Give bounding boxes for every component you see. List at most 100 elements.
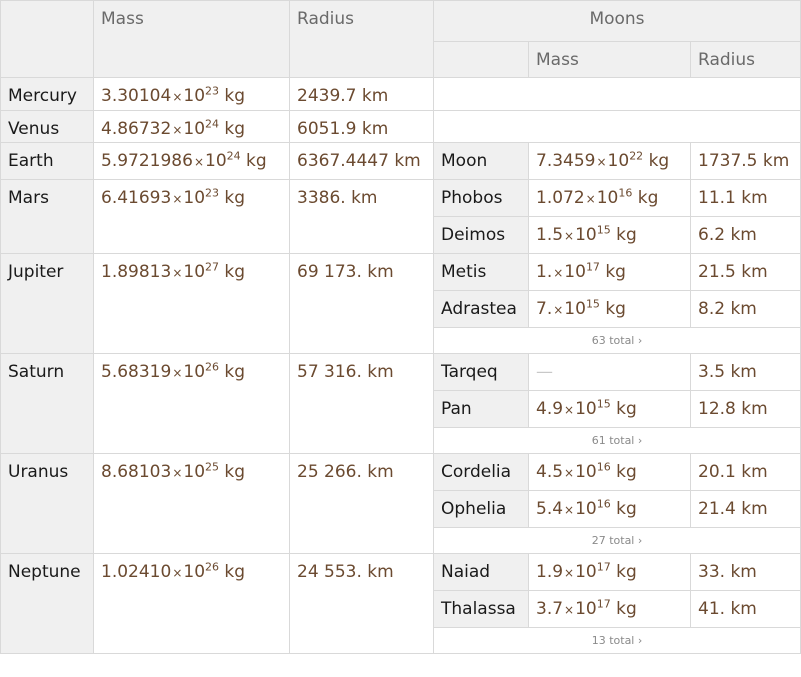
moon-radius-cell: 1737.5 km xyxy=(690,142,801,180)
mass-unit: kg xyxy=(599,299,626,319)
moon-name-cell: Tarqeq xyxy=(433,353,529,391)
moon-radius-cell: 21.5 km xyxy=(690,253,801,291)
moon-name: Naiad xyxy=(441,562,491,582)
header-moon-radius-label: Radius xyxy=(698,50,756,70)
planet-mass-cell: 5.9721986×1024 kg xyxy=(93,142,290,180)
planet-mass: 8.68103×1025 kg xyxy=(101,461,245,483)
times-sign: × xyxy=(553,266,564,280)
times-sign: × xyxy=(172,90,183,104)
power-base: 10 xyxy=(183,562,206,582)
mass-exponent: 16 xyxy=(596,497,611,511)
mass-unit: kg xyxy=(643,151,670,171)
moon-mass: 1.072×1016 kg xyxy=(536,186,659,209)
mass-mantissa: 5.4 xyxy=(536,499,564,519)
mass-exponent: 23 xyxy=(205,84,220,98)
moons-total-cell[interactable]: 27 total › xyxy=(433,527,801,554)
times-sign: × xyxy=(172,266,183,280)
header-corner xyxy=(0,0,94,78)
planet-mass: 6.41693×1023 kg xyxy=(101,187,245,209)
planet-radius-cell: 6367.4447 km xyxy=(289,142,434,180)
mass-exponent: 24 xyxy=(205,117,220,131)
moon-mass: 7.×1015 kg xyxy=(536,298,626,320)
moon-radius-cell: 21.4 km xyxy=(690,490,801,528)
moon-name: Metis xyxy=(441,262,487,282)
planet-mass: 5.9721986×1024 kg xyxy=(101,150,267,172)
mass-unit: kg xyxy=(219,86,246,106)
moon-radius-cell: 41. km xyxy=(690,590,801,628)
planet-name: Earth xyxy=(8,151,54,171)
moon-name-cell: Cordelia xyxy=(433,453,529,491)
mass-mantissa: 1.02410 xyxy=(101,562,172,582)
header-moon-mass-label: Mass xyxy=(536,50,579,70)
moon-mass: 5.4×1016 kg xyxy=(536,497,637,520)
moons-total-cell[interactable]: 13 total › xyxy=(433,627,801,654)
mass-mantissa: 7.3459 xyxy=(536,151,596,171)
header-radius: Radius xyxy=(289,0,434,78)
power-base: 10 xyxy=(183,362,206,382)
power-base: 10 xyxy=(183,188,206,208)
planet-radius-cell: 2439.7 km xyxy=(289,77,434,111)
moons-total-cell[interactable]: 63 total › xyxy=(433,327,801,354)
mass-unit: kg xyxy=(610,225,637,245)
mass-mantissa: 5.68319 xyxy=(101,362,172,382)
mass-exponent: 17 xyxy=(585,260,600,274)
planet-radius: 3386. km xyxy=(297,188,378,208)
mass-unit: kg xyxy=(632,188,659,208)
moon-radius-cell: 20.1 km xyxy=(690,453,801,491)
moon-radius: 8.2 km xyxy=(698,299,757,319)
moon-mass-cell: 1.9×1017 kg xyxy=(528,553,691,591)
mass-exponent: 26 xyxy=(205,560,220,574)
mass-mantissa: 1.5 xyxy=(536,225,564,245)
planet-radius-cell: 24 553. km xyxy=(289,553,434,654)
power-base: 10 xyxy=(575,599,597,619)
planet-mass-cell: 5.68319×1026 kg xyxy=(93,353,290,454)
power-base: 10 xyxy=(607,151,630,171)
moon-name: Thalassa xyxy=(441,599,516,619)
moons-total-link: 27 total › xyxy=(591,534,643,547)
planet-mass: 3.30104×1023 kg xyxy=(101,84,246,107)
moon-name-cell: Phobos xyxy=(433,179,529,217)
mass-unit: kg xyxy=(610,562,637,582)
moon-mass-cell: 5.4×1016 kg xyxy=(528,490,691,528)
moons-total-link: 61 total › xyxy=(591,434,643,447)
mass-unit: kg xyxy=(610,399,637,419)
moon-radius: 33. km xyxy=(698,562,757,582)
mass-mantissa: 7. xyxy=(536,299,553,319)
moon-name-cell: Thalassa xyxy=(433,590,529,628)
moon-mass-cell: 7.3459×1022 kg xyxy=(528,142,691,180)
times-sign: × xyxy=(564,566,575,580)
moon-name: Deimos xyxy=(441,225,506,245)
planet-radius: 24 553. km xyxy=(297,562,394,582)
planet-mass-cell: 8.68103×1025 kg xyxy=(93,453,290,554)
header-moons-label: Moons xyxy=(589,9,645,29)
moon-mass: 1.×1017 kg xyxy=(536,260,626,283)
mass-mantissa: 4.86732 xyxy=(101,119,172,139)
moon-mass: 4.5×1016 kg xyxy=(536,460,637,483)
moon-mass: 1.9×1017 kg xyxy=(536,561,637,583)
planet-name-cell: Saturn xyxy=(0,353,94,454)
planet-name-cell: Uranus xyxy=(0,453,94,554)
times-sign: × xyxy=(564,229,575,243)
moon-name-cell: Ophelia xyxy=(433,490,529,528)
mass-mantissa: 3.7 xyxy=(536,599,564,619)
mass-mantissa: 3.30104 xyxy=(101,86,172,106)
planet-radius: 57 316. km xyxy=(297,362,394,382)
moon-mass-cell: 4.9×1015 kg xyxy=(528,390,691,428)
moon-mass-missing: — xyxy=(536,362,553,382)
moon-name-cell: Pan xyxy=(433,390,529,428)
times-sign: × xyxy=(564,503,575,517)
planet-radius: 6051.9 km xyxy=(297,119,389,139)
mass-unit: kg xyxy=(219,262,246,282)
moon-radius: 21.5 km xyxy=(698,262,768,282)
moon-name: Moon xyxy=(441,151,488,171)
times-sign: × xyxy=(585,192,596,206)
mass-mantissa: 1.9 xyxy=(536,562,564,582)
mass-exponent: 16 xyxy=(596,460,611,474)
moons-total-link: 13 total › xyxy=(591,634,643,647)
mass-exponent: 27 xyxy=(205,260,220,274)
moon-name: Pan xyxy=(441,399,472,419)
moon-radius: 41. km xyxy=(698,599,757,619)
moons-total-cell[interactable]: 61 total › xyxy=(433,427,801,454)
mass-exponent: 16 xyxy=(618,186,633,200)
moons-total-link: 63 total › xyxy=(591,334,643,347)
